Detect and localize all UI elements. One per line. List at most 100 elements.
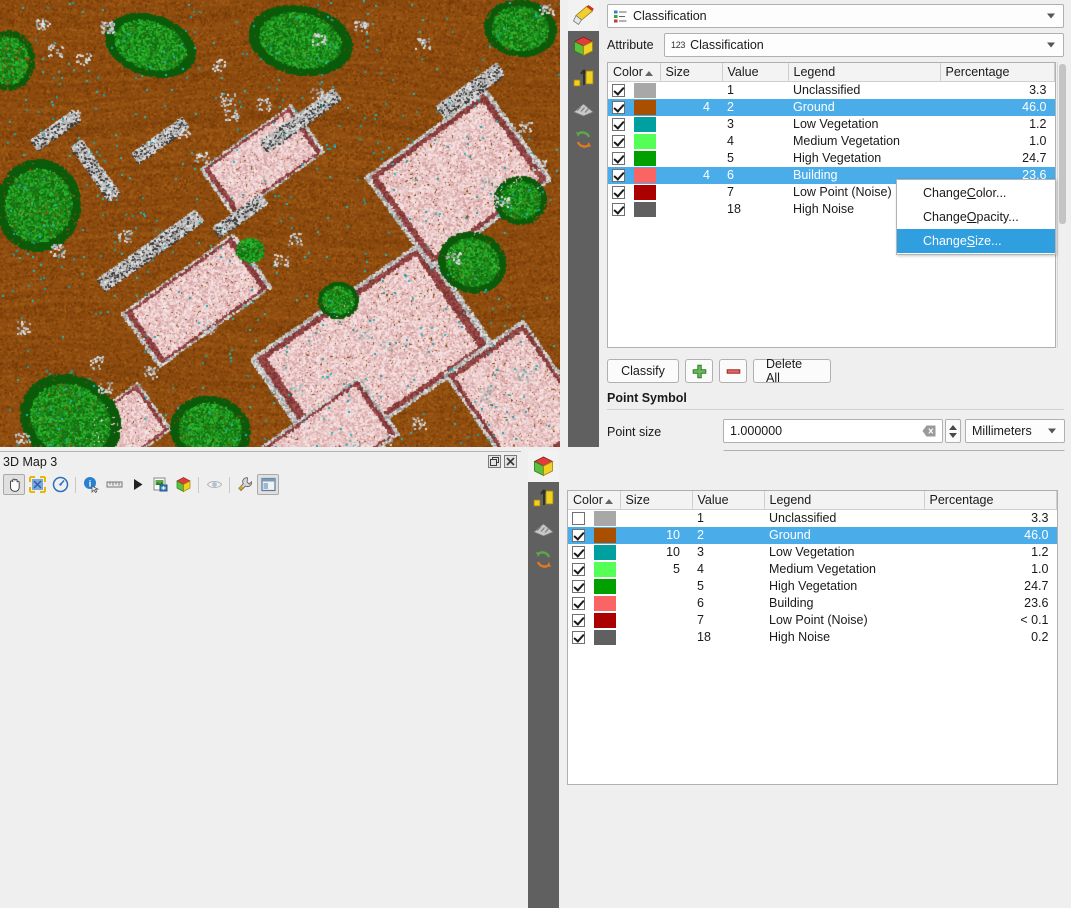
- color-swatch[interactable]: [594, 613, 616, 628]
- legend-cell[interactable]: Building: [764, 595, 924, 612]
- value-cell[interactable]: 2: [692, 527, 764, 544]
- table-row[interactable]: 5High Vegetation24.7: [568, 578, 1057, 595]
- size-cell[interactable]: 10: [620, 544, 692, 561]
- close-icon[interactable]: [504, 455, 517, 468]
- change-opacity-menu-item[interactable]: Change Opacity...: [897, 205, 1055, 229]
- checkbox-checked-icon[interactable]: [612, 203, 625, 216]
- size-cell[interactable]: 5: [620, 561, 692, 578]
- checkbox-checked-icon[interactable]: [612, 169, 625, 182]
- table-row[interactable]: 4Medium Vegetation1.0: [608, 133, 1055, 150]
- map-canvas-2d[interactable]: [0, 0, 560, 451]
- checkbox-checked-icon[interactable]: [612, 84, 625, 97]
- percentage-cell[interactable]: 23.6: [924, 595, 1057, 612]
- row-visibility-checkbox[interactable]: [568, 527, 594, 544]
- configure-icon[interactable]: [234, 474, 256, 495]
- point-size-input[interactable]: 1.000000: [723, 419, 943, 443]
- size-cell[interactable]: [660, 116, 722, 133]
- row-visibility-checkbox[interactable]: [568, 578, 594, 595]
- table-row[interactable]: 5High Vegetation24.7: [608, 150, 1055, 167]
- value-cell[interactable]: 1: [692, 510, 764, 527]
- size-cell[interactable]: 10: [620, 527, 692, 544]
- size-cell[interactable]: [660, 82, 722, 99]
- value-cell[interactable]: 1: [722, 82, 788, 99]
- checkbox-checked-icon[interactable]: [572, 597, 585, 610]
- column-header-legend[interactable]: Legend: [788, 63, 940, 82]
- value-cell[interactable]: 6: [692, 595, 764, 612]
- row-visibility-checkbox[interactable]: [568, 629, 594, 646]
- point-size-units-combo[interactable]: Millimeters: [965, 419, 1065, 443]
- zoom-full-extent-icon[interactable]: [26, 474, 48, 495]
- save-as-image-icon[interactable]: [149, 474, 171, 495]
- panel-splitter-vertical[interactable]: [560, 0, 568, 451]
- color-swatch-cell[interactable]: [594, 510, 620, 527]
- legend-cell[interactable]: High Vegetation: [788, 150, 940, 167]
- checkbox-checked-icon[interactable]: [572, 580, 585, 593]
- row-visibility-checkbox[interactable]: [568, 561, 594, 578]
- sidebar-item-rendering[interactable]: [568, 93, 599, 124]
- toggle-on-screen-navigation-icon[interactable]: [49, 474, 71, 495]
- shadow-rendering-icon[interactable]: [203, 474, 225, 495]
- legend-cell[interactable]: High Vegetation: [764, 578, 924, 595]
- color-swatch[interactable]: [634, 168, 656, 183]
- percentage-cell[interactable]: 1.2: [924, 544, 1057, 561]
- color-swatch[interactable]: [634, 117, 656, 132]
- checkbox-checked-icon[interactable]: [572, 529, 585, 542]
- color-swatch[interactable]: [594, 545, 616, 560]
- legend-cell[interactable]: Ground: [788, 99, 940, 116]
- classification-table-bottom[interactable]: Color Size Value Legend Percentage 1Uncl…: [567, 490, 1058, 785]
- table-row[interactable]: 1Unclassified3.3: [608, 82, 1055, 99]
- legend-cell[interactable]: Unclassified: [764, 510, 924, 527]
- value-cell[interactable]: 4: [692, 561, 764, 578]
- legend-cell[interactable]: High Noise: [764, 629, 924, 646]
- color-swatch-cell[interactable]: [634, 116, 660, 133]
- color-swatch-cell[interactable]: [634, 133, 660, 150]
- checkbox-checked-icon[interactable]: [572, 614, 585, 627]
- sidebar-item-elevation[interactable]: [568, 62, 599, 93]
- sidebar-item-rendering[interactable]: [528, 513, 559, 544]
- float-icon[interactable]: [488, 455, 501, 468]
- column-header-value[interactable]: Value: [692, 491, 764, 510]
- export-3d-scene-icon[interactable]: [172, 474, 194, 495]
- checkbox-unchecked-icon[interactable]: [572, 512, 585, 525]
- color-swatch[interactable]: [594, 562, 616, 577]
- sidebar-item-symbology[interactable]: [568, 0, 599, 31]
- color-swatch[interactable]: [634, 202, 656, 217]
- column-header-legend[interactable]: Legend: [764, 491, 924, 510]
- value-cell[interactable]: 5: [722, 150, 788, 167]
- table-row[interactable]: 42Ground46.0: [608, 99, 1055, 116]
- color-swatch-cell[interactable]: [634, 99, 660, 116]
- color-swatch-cell[interactable]: [634, 82, 660, 99]
- percentage-cell[interactable]: 24.7: [940, 150, 1055, 167]
- value-cell[interactable]: 18: [722, 201, 788, 218]
- row-visibility-checkbox[interactable]: [608, 133, 634, 150]
- color-swatch-cell[interactable]: [634, 167, 660, 184]
- size-cell[interactable]: 4: [660, 99, 722, 116]
- color-swatch[interactable]: [634, 185, 656, 200]
- add-class-button[interactable]: [685, 359, 713, 383]
- table-row[interactable]: 6Building23.6: [568, 595, 1057, 612]
- remove-class-button[interactable]: [719, 359, 747, 383]
- color-swatch[interactable]: [594, 528, 616, 543]
- table-row[interactable]: 103Low Vegetation1.2: [568, 544, 1057, 561]
- color-swatch-cell[interactable]: [594, 578, 620, 595]
- classify-button[interactable]: Classify: [607, 359, 679, 383]
- value-cell[interactable]: 7: [722, 184, 788, 201]
- percentage-cell[interactable]: 24.7: [924, 578, 1057, 595]
- legend-cell[interactable]: Low Vegetation: [788, 116, 940, 133]
- column-header-value[interactable]: Value: [722, 63, 788, 82]
- percentage-cell[interactable]: 46.0: [924, 527, 1057, 544]
- checkbox-checked-icon[interactable]: [612, 101, 625, 114]
- camera-control-icon[interactable]: [3, 474, 25, 495]
- percentage-cell[interactable]: 1.2: [940, 116, 1055, 133]
- sidebar-item-3d-view[interactable]: [528, 451, 559, 482]
- color-swatch[interactable]: [634, 151, 656, 166]
- value-cell[interactable]: 2: [722, 99, 788, 116]
- color-swatch[interactable]: [594, 630, 616, 645]
- percentage-cell[interactable]: 1.0: [924, 561, 1057, 578]
- checkbox-checked-icon[interactable]: [572, 546, 585, 559]
- table-scrollbar-top[interactable]: [1057, 62, 1066, 348]
- color-swatch-cell[interactable]: [634, 201, 660, 218]
- row-visibility-checkbox[interactable]: [568, 612, 594, 629]
- size-cell[interactable]: [660, 133, 722, 150]
- row-visibility-checkbox[interactable]: [608, 99, 634, 116]
